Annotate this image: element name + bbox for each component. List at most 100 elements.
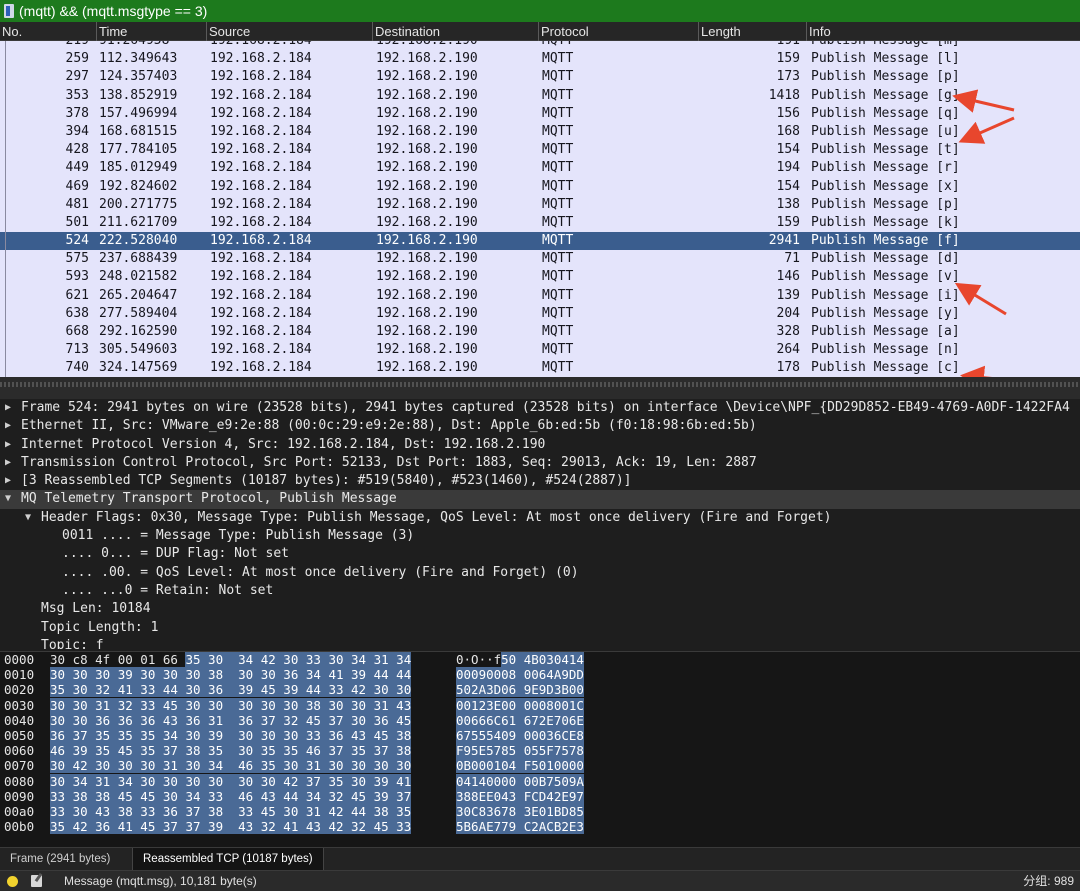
tab-reassembled-tcp[interactable]: Reassembled TCP (10187 bytes) bbox=[132, 848, 324, 871]
packet-details-pane[interactable]: ▶ Frame 524: 2941 bytes on wire (23528 bi… bbox=[0, 399, 1080, 649]
detail-text: [3 Reassembled TCP Segments (10187 bytes… bbox=[21, 473, 632, 489]
packet-row[interactable]: 575 237.688439 192.168.2.184 192.168.2.190 M… bbox=[0, 250, 1080, 268]
detail-tree-item[interactable]: ▼ MQ Telemetry Transport Protocol, Publis… bbox=[0, 490, 1080, 509]
hex-bytes[interactable]: 30 42 30 30 30 31 30 34 46 35 30 31 30 3… bbox=[50, 758, 412, 774]
column-source[interactable]: Source bbox=[206, 22, 372, 41]
column-time[interactable]: Time bbox=[96, 22, 206, 41]
byte-offset: 0030 bbox=[4, 697, 35, 713]
collapsed-triangle-icon[interactable]: ▶ bbox=[5, 417, 15, 435]
packet-no: 428 bbox=[65, 142, 89, 158]
packet-row[interactable]: 668 292.162590 192.168.2.184 192.168.2.190 M… bbox=[0, 323, 1080, 341]
packet-row[interactable]: 378 157.496994 192.168.2.184 192.168.2.190 M… bbox=[0, 105, 1080, 123]
ascii-bytes[interactable]: 502A3D06 9E9D3B00 bbox=[456, 682, 584, 698]
packet-row[interactable]: 469 192.824602 192.168.2.184 192.168.2.190 M… bbox=[0, 178, 1080, 196]
expanded-triangle-icon[interactable]: ▼ bbox=[25, 509, 35, 527]
hex-bytes[interactable]: 30 30 31 32 33 45 30 30 30 30 30 38 30 3… bbox=[50, 697, 412, 713]
packet-destination: 192.168.2.190 bbox=[376, 87, 478, 103]
hex-bytes[interactable]: 35 30 32 41 33 44 30 36 39 45 39 44 33 4… bbox=[50, 682, 412, 698]
detail-tree-item[interactable]: ▶ Frame 524: 2941 bytes on wire (23528 bi… bbox=[0, 399, 1080, 417]
hex-bytes[interactable]: 35 42 36 41 45 37 37 39 43 32 41 43 42 3… bbox=[50, 819, 412, 835]
packet-row[interactable]: 481 200.271775 192.168.2.184 192.168.2.190 M… bbox=[0, 196, 1080, 214]
packet-time: 248.021582 bbox=[99, 269, 178, 285]
detail-text: Msg Len: 10184 bbox=[41, 601, 151, 617]
detail-tree-item[interactable]: Topic: f bbox=[0, 637, 1080, 649]
ascii-highlighted: 00666C61 672E706E bbox=[456, 712, 584, 728]
tab-frame-bytes[interactable]: Frame (2941 bytes) bbox=[0, 848, 120, 871]
hex-bytes[interactable]: 30 30 36 36 36 43 36 31 36 37 32 45 37 3… bbox=[50, 712, 412, 728]
expanded-triangle-icon[interactable]: ▼ bbox=[5, 490, 15, 508]
pane-splitter[interactable] bbox=[0, 377, 1080, 399]
bookmark-icon[interactable] bbox=[4, 4, 14, 18]
edit-comment-icon[interactable] bbox=[31, 875, 42, 887]
detail-tree-item[interactable]: ▶ Ethernet II, Src: VMware_e9:2e:88 (00:0… bbox=[0, 417, 1080, 435]
packet-protocol: MQTT bbox=[542, 142, 574, 158]
packet-row[interactable]: 297 124.357403 192.168.2.184 192.168.2.190 M… bbox=[0, 68, 1080, 86]
hex-bytes[interactable]: 36 37 35 35 35 34 30 39 30 30 30 33 36 4… bbox=[50, 727, 412, 743]
ascii-bytes[interactable]: 00090008 0064A9DD bbox=[456, 667, 584, 683]
packet-row[interactable]: 524 222.528040 192.168.2.184 192.168.2.190 M… bbox=[0, 232, 1080, 251]
hex-bytes[interactable]: 33 30 43 38 33 36 37 38 33 45 30 31 42 4… bbox=[50, 803, 412, 819]
column-info[interactable]: Info bbox=[806, 22, 1080, 41]
packet-row[interactable]: 219 91.264958 192.168.2.184 192.168.2.190 MQ… bbox=[0, 41, 1080, 50]
column-length[interactable]: Length bbox=[698, 22, 806, 41]
column-protocol[interactable]: Protocol bbox=[538, 22, 698, 41]
column-destination[interactable]: Destination bbox=[372, 22, 538, 41]
ascii-bytes[interactable]: 0B000104 F5010000 bbox=[456, 758, 584, 774]
ascii-bytes[interactable]: 04140000 00B7509A bbox=[456, 773, 584, 789]
packet-row[interactable]: 621 265.204647 192.168.2.184 192.168.2.190 M… bbox=[0, 287, 1080, 305]
collapsed-triangle-icon[interactable]: ▶ bbox=[5, 454, 15, 472]
packet-row[interactable]: 449 185.012949 192.168.2.184 192.168.2.190 M… bbox=[0, 159, 1080, 177]
hex-bytes[interactable]: 46 39 35 45 35 37 38 35 30 35 35 46 37 3… bbox=[50, 743, 412, 759]
detail-tree-item[interactable]: Topic Length: 1 bbox=[0, 619, 1080, 637]
packet-row[interactable]: 353 138.852919 192.168.2.184 192.168.2.190 M… bbox=[0, 87, 1080, 105]
packet-row[interactable]: 428 177.784105 192.168.2.184 192.168.2.190 M… bbox=[0, 141, 1080, 159]
detail-tree-item[interactable]: 0011 .... = Message Type: Publish Messag… bbox=[0, 527, 1080, 545]
packet-destination: 192.168.2.190 bbox=[376, 342, 478, 358]
red-arrow-icon bbox=[958, 116, 1015, 144]
packet-row[interactable]: 713 305.549603 192.168.2.184 192.168.2.190 M… bbox=[0, 341, 1080, 359]
collapsed-triangle-icon[interactable]: ▶ bbox=[5, 472, 15, 490]
detail-tree-item[interactable]: ▶ Transmission Control Protocol, Src Port… bbox=[0, 454, 1080, 472]
packet-bytes-pane[interactable]: 0000 30 c8 4f 00 01 66 35 30 34 42 30 33 … bbox=[0, 651, 1080, 847]
packet-row[interactable]: 501 211.621709 192.168.2.184 192.168.2.190 M… bbox=[0, 214, 1080, 232]
detail-tree-item[interactable]: .... 0... = DUP Flag: Not set bbox=[0, 545, 1080, 563]
hex-bytes[interactable]: 33 38 38 45 45 30 34 33 46 43 44 34 32 4… bbox=[50, 788, 412, 804]
packet-row[interactable]: 593 248.021582 192.168.2.184 192.168.2.190 M… bbox=[0, 268, 1080, 286]
ascii-bytes[interactable]: F95E5785 055F7578 bbox=[456, 743, 584, 759]
packet-row[interactable]: 740 324.147569 192.168.2.184 192.168.2.190 M… bbox=[0, 359, 1080, 377]
detail-text: .... .00. = QoS Level: At most once deli… bbox=[62, 564, 579, 580]
ascii-highlighted: 388EE043 FCD42E97 bbox=[456, 788, 584, 804]
hex-bytes[interactable]: 30 c8 4f 00 01 66 35 30 34 42 30 33 30 3… bbox=[50, 652, 412, 667]
packet-row[interactable]: 259 112.349643 192.168.2.184 192.168.2.190 M… bbox=[0, 50, 1080, 68]
packet-row[interactable]: 394 168.681515 192.168.2.184 192.168.2.190 M… bbox=[0, 123, 1080, 141]
detail-tree-item[interactable]: ▼ Header Flags: 0x30, Message Type: Publi… bbox=[0, 509, 1080, 527]
hex-highlighted: 30 30 36 36 36 43 36 31 36 37 32 45 37 3… bbox=[50, 712, 412, 728]
packet-time: 265.204647 bbox=[99, 287, 178, 303]
packet-list[interactable]: 219 91.264958 192.168.2.184 192.168.2.190 MQ… bbox=[0, 41, 1080, 377]
packet-protocol: MQTT bbox=[542, 41, 573, 50]
display-filter-bar[interactable]: (mqtt) && (mqtt.msgtype == 3) bbox=[0, 0, 1080, 22]
detail-tree-item[interactable]: ▶ [3 Reassembled TCP Segments (10187 byte… bbox=[0, 472, 1080, 490]
detail-text: Internet Protocol Version 4, Src: 192.16… bbox=[21, 436, 546, 452]
ascii-bytes[interactable]: 0·O··f50 4B030414 bbox=[456, 652, 584, 667]
expert-info-icon[interactable] bbox=[7, 876, 18, 887]
ascii-bytes[interactable]: 67555409 00036CE8 bbox=[456, 727, 584, 743]
ascii-bytes[interactable]: 00666C61 672E706E bbox=[456, 712, 584, 728]
ascii-bytes[interactable]: 5B6AE779 C2ACB2E3 bbox=[456, 819, 584, 835]
column-no[interactable]: No. bbox=[0, 22, 96, 41]
ascii-bytes[interactable]: 00123E00 0008001C bbox=[456, 697, 584, 713]
display-filter-input[interactable]: (mqtt) && (mqtt.msgtype == 3) bbox=[19, 3, 207, 19]
packet-row[interactable]: 638 277.589404 192.168.2.184 192.168.2.190 M… bbox=[0, 305, 1080, 323]
hex-bytes[interactable]: 30 34 31 34 30 30 30 30 30 30 42 37 35 3… bbox=[50, 773, 412, 789]
detail-tree-item[interactable]: .... ...0 = Retain: Not set bbox=[0, 582, 1080, 600]
detail-tree-item[interactable]: .... .00. = QoS Level: At most once deli… bbox=[0, 564, 1080, 582]
detail-tree-item[interactable]: ▶ Internet Protocol Version 4, Src: 192.1… bbox=[0, 436, 1080, 454]
ascii-bytes[interactable]: 30C83678 3E01BD85 bbox=[456, 803, 584, 819]
packet-length: 194 bbox=[776, 160, 800, 176]
ascii-bytes[interactable]: 388EE043 FCD42E97 bbox=[456, 788, 584, 804]
detail-tree-item[interactable]: Msg Len: 10184 bbox=[0, 600, 1080, 618]
hex-bytes[interactable]: 30 30 30 39 30 30 30 38 30 30 36 34 41 3… bbox=[50, 667, 412, 683]
ascii-highlighted: 502A3D06 9E9D3B00 bbox=[456, 682, 584, 698]
collapsed-triangle-icon[interactable]: ▶ bbox=[5, 436, 15, 454]
collapsed-triangle-icon[interactable]: ▶ bbox=[5, 399, 15, 417]
